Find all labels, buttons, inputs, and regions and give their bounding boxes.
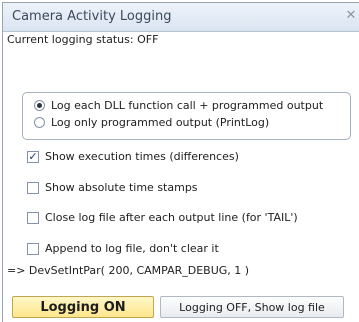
checkmark-icon[interactable]: ✓ bbox=[27, 150, 39, 163]
close-icon[interactable]: ✕ bbox=[344, 7, 358, 25]
radio-log-programmed-label: Log only programmed output (PrintLog) bbox=[51, 116, 270, 129]
status-value: OFF bbox=[137, 33, 159, 46]
radio-log-all[interactable]: Log each DLL function call + programmed … bbox=[34, 99, 323, 112]
window-title: Camera Activity Logging bbox=[12, 9, 172, 24]
radio-log-programmed[interactable]: Log only programmed output (PrintLog) bbox=[34, 116, 269, 129]
checkbox-append-log[interactable]: Append to log file, don't clear it bbox=[27, 242, 219, 255]
checkbox-absolute-timestamps-label: Show absolute time stamps bbox=[45, 181, 198, 194]
title-bar: Camera Activity Logging ✕ bbox=[3, 3, 359, 32]
checkbox-absolute-timestamps[interactable]: Show absolute time stamps bbox=[27, 181, 198, 194]
checkbox[interactable] bbox=[27, 211, 39, 224]
radio-log-all-label: Log each DLL function call + programmed … bbox=[51, 99, 324, 112]
status-label: Current logging status: bbox=[7, 33, 134, 46]
checkbox-execution-times-label: Show execution times (differences) bbox=[45, 150, 239, 163]
radio-button[interactable] bbox=[34, 117, 45, 128]
checkbox-close-log-label: Close log file after each output line (f… bbox=[45, 211, 298, 224]
checkbox[interactable] bbox=[27, 242, 39, 255]
logging-status: Current logging status: OFF bbox=[7, 33, 158, 46]
radio-button-checked[interactable] bbox=[34, 100, 45, 111]
checkbox-execution-times[interactable]: ✓ Show execution times (differences) bbox=[27, 150, 239, 163]
checkbox-append-log-label: Append to log file, don't clear it bbox=[45, 242, 219, 255]
checkbox-close-log[interactable]: Close log file after each output line (f… bbox=[27, 211, 298, 224]
logging-off-button[interactable]: Logging OFF, Show log file bbox=[160, 296, 344, 318]
checkbox[interactable] bbox=[27, 181, 39, 194]
logging-on-button[interactable]: Logging ON bbox=[12, 296, 154, 318]
command-preview: => DevSetIntPar( 200, CAMPAR_DEBUG, 1 ) bbox=[7, 264, 250, 277]
